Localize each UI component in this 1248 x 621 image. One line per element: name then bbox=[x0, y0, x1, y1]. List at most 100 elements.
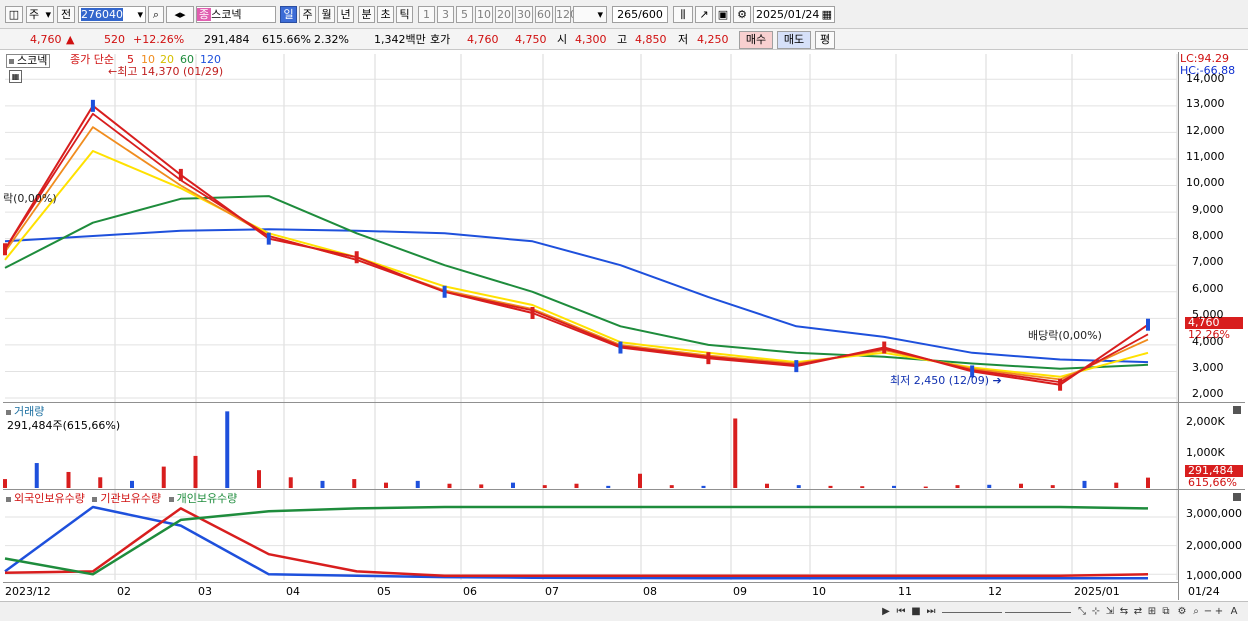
gear-icon[interactable]: ⚙ bbox=[733, 6, 751, 23]
volume-bar bbox=[130, 480, 134, 488]
link-icon[interactable]: ⇄ bbox=[1132, 604, 1144, 619]
holdings-panel-border bbox=[3, 489, 1245, 490]
holdings-line-기관보유수량 bbox=[4, 507, 1149, 577]
candle-mark bbox=[618, 341, 623, 354]
draw-line-icon[interactable]: ↗ bbox=[695, 6, 713, 23]
legend-institution: 기관보유수량 bbox=[100, 492, 162, 505]
export-icon[interactable]: ⧉ bbox=[1160, 604, 1172, 619]
bottom-navigation: ▶ ⏮ ■ ⏭ ⤡ ⊹ ⇲ ⇆ ⇄ ⊞ ⧉ ⚙ ⌕ − + A bbox=[0, 601, 1248, 621]
tab-second[interactable]: 초 bbox=[377, 6, 394, 23]
tab-year[interactable]: 년 bbox=[337, 6, 354, 23]
rewind-icon[interactable]: ⏮ bbox=[894, 604, 908, 619]
save-icon[interactable]: ▣ bbox=[715, 6, 731, 23]
candle-mark bbox=[442, 285, 447, 298]
stock-name-field[interactable]: 종 스코넥 bbox=[196, 6, 276, 23]
panel-close-icon[interactable] bbox=[1233, 493, 1241, 501]
panel-close-icon[interactable] bbox=[1233, 406, 1241, 414]
volume-bar bbox=[352, 479, 357, 488]
high-label: 고 bbox=[617, 33, 628, 46]
volume-bar bbox=[606, 485, 611, 488]
fit-icon[interactable]: ⤡ bbox=[1076, 604, 1088, 619]
zoom-in-icon[interactable]: + bbox=[1214, 604, 1224, 619]
search-icon[interactable]: ⌕ bbox=[148, 6, 164, 23]
tab-minute[interactable]: 분 bbox=[358, 6, 375, 23]
tab-min-3[interactable]: 3 bbox=[437, 6, 454, 23]
custom-period-select[interactable]: ▾ bbox=[573, 6, 607, 23]
y-tick: 14,000 bbox=[1186, 72, 1225, 85]
tab-month[interactable]: 월 bbox=[318, 6, 335, 23]
volume-bar bbox=[161, 466, 166, 488]
tab-min-1[interactable]: 1 bbox=[418, 6, 435, 23]
current-price: 4,760 bbox=[30, 33, 62, 46]
layout-icon[interactable]: ⊞ bbox=[1146, 604, 1158, 619]
x-tick: 03 bbox=[198, 585, 212, 598]
tab-min-30[interactable]: 30 bbox=[515, 6, 533, 23]
prev-next-stock-button[interactable]: ◂▸ bbox=[166, 6, 194, 23]
buy-button[interactable]: 매수 bbox=[739, 31, 773, 49]
count-total: /600 bbox=[638, 8, 663, 21]
compare-button[interactable]: 전 bbox=[57, 6, 75, 23]
volume-bar bbox=[542, 485, 547, 488]
sell-button[interactable]: 매도 bbox=[777, 31, 811, 49]
measure-icon[interactable]: ⇲ bbox=[1104, 604, 1116, 619]
volume-value-note: 291,484주(615,66%) bbox=[7, 419, 121, 432]
volume-bar bbox=[987, 484, 992, 488]
tab-week[interactable]: 주 bbox=[299, 6, 316, 23]
y-tick: 5,000 bbox=[1192, 308, 1224, 321]
count-field[interactable]: 265/600 bbox=[612, 6, 668, 23]
tab-min-5[interactable]: 5 bbox=[456, 6, 473, 23]
ask-label: 호가 bbox=[430, 33, 451, 46]
text-size-icon[interactable]: A bbox=[1228, 604, 1240, 619]
volume-bar bbox=[1050, 485, 1055, 488]
forward-icon[interactable]: ⏭ bbox=[924, 604, 938, 619]
tab-min-20[interactable]: 20 bbox=[495, 6, 513, 23]
panel-handle-icon bbox=[168, 496, 174, 502]
tab-tick[interactable]: 틱 bbox=[396, 6, 413, 23]
x-axis-line bbox=[3, 582, 1178, 583]
stop-icon[interactable]: ■ bbox=[910, 604, 922, 619]
volume-bar bbox=[34, 463, 39, 488]
volume-bar bbox=[733, 418, 738, 488]
candle-icon[interactable]: ⫼ bbox=[673, 6, 693, 23]
tab-min-120[interactable]: 120 bbox=[555, 6, 577, 23]
x-tick: 06 bbox=[463, 585, 477, 598]
zoom-out-icon[interactable]: − bbox=[1203, 604, 1213, 619]
tab-min-60[interactable]: 60 bbox=[535, 6, 553, 23]
stock-code-input[interactable]: 276040 ▾ bbox=[78, 6, 146, 23]
low-price: 4,250 bbox=[697, 33, 729, 46]
dividend-note-right: 배당락(0,00%) bbox=[1028, 329, 1102, 342]
volume-bar bbox=[1114, 482, 1119, 488]
settings-icon[interactable]: ⚙ bbox=[1176, 604, 1188, 619]
price-chart[interactable] bbox=[0, 50, 1248, 601]
bid-price: 4,750 bbox=[515, 33, 547, 46]
volume-bar bbox=[3, 479, 7, 488]
grid-table-icon[interactable]: ▦ bbox=[9, 70, 22, 83]
up-arrow-icon: ▲ bbox=[66, 33, 75, 46]
avg-button[interactable]: 평 bbox=[815, 31, 835, 49]
compare-icon[interactable]: ⇆ bbox=[1118, 604, 1130, 619]
x-tick: 12 bbox=[988, 585, 1002, 598]
series-line-20 bbox=[4, 150, 1149, 378]
holdings-lines bbox=[4, 505, 1149, 580]
x-tick: 08 bbox=[643, 585, 657, 598]
volume-bar bbox=[384, 482, 388, 488]
volume-bar bbox=[479, 484, 484, 488]
crosshair-icon[interactable]: ⊹ bbox=[1090, 604, 1102, 619]
series-line-종가 bbox=[4, 104, 1149, 386]
tab-min-10[interactable]: 10 bbox=[475, 6, 493, 23]
volume-bar bbox=[225, 411, 230, 488]
y-tick: 12,000 bbox=[1186, 124, 1225, 137]
candle-mark bbox=[882, 341, 887, 354]
panel-handle-icon bbox=[6, 409, 11, 415]
interval-select[interactable]: 주 ▾ bbox=[26, 6, 54, 23]
play-icon[interactable]: ▶ bbox=[880, 604, 892, 619]
zoom-out-search-icon[interactable]: ⌕ bbox=[1190, 604, 1202, 619]
legend-foreign: 외국인보유수량 bbox=[14, 492, 85, 505]
x-tick: 09 bbox=[733, 585, 747, 598]
panel-handle-icon bbox=[6, 496, 11, 502]
tab-day[interactable]: 일 bbox=[280, 6, 297, 23]
date-field[interactable]: 2025/01/24 ▦ bbox=[753, 6, 835, 23]
chart-type-icon[interactable]: ◫ bbox=[5, 6, 23, 23]
zoom-slider[interactable] bbox=[1005, 604, 1071, 613]
scroll-slider[interactable] bbox=[942, 604, 1002, 613]
